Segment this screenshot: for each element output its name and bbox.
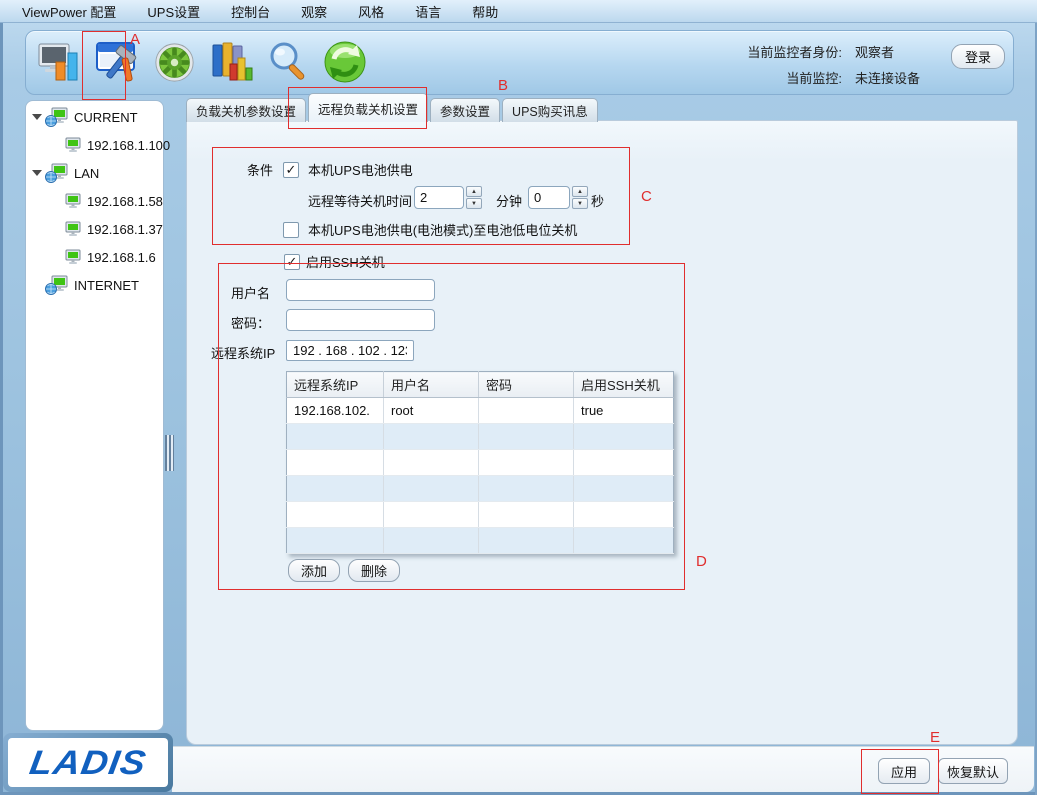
tree-group-label: CURRENT	[74, 110, 138, 125]
caret-down-icon[interactable]	[32, 114, 42, 120]
condition-label: 条件	[247, 160, 273, 179]
panel-splitter	[164, 100, 175, 731]
tab-1[interactable]: 远程负载关机设置	[308, 93, 428, 122]
seconds-input[interactable]	[528, 186, 570, 209]
monitoring-value: 未连接设备	[855, 68, 921, 87]
network-computer-icon	[45, 107, 69, 127]
control-gear-icon[interactable]	[150, 38, 198, 86]
monitoring-label: 当前监控:	[747, 68, 842, 87]
remote-ip-input[interactable]	[286, 340, 414, 361]
remote-ip-label: 远程系统IP	[211, 343, 275, 362]
seconds-unit-label: 秒	[591, 191, 604, 210]
table-empty-row[interactable]	[287, 502, 674, 528]
ssh-hosts-table: 远程系统IP用户名密码启用SSH关机 192.168.102.roottrue	[286, 371, 674, 554]
logo-text: LADIS	[27, 743, 149, 782]
monitor-info: 当前监控者身份: 观察者 当前监控: 未连接设备	[747, 42, 921, 87]
tree-device-192.168.1.100[interactable]: 192.168.1.100	[26, 131, 163, 159]
tree-device-192.168.1.37[interactable]: 192.168.1.37	[26, 215, 163, 243]
restore-defaults-button[interactable]: 恢复默认	[938, 758, 1008, 784]
minutes-input[interactable]	[414, 186, 464, 209]
tree-device-label: 192.168.1.100	[87, 138, 170, 153]
tab-3[interactable]: UPS购买讯息	[502, 98, 598, 122]
menu-item[interactable]: 观察	[301, 2, 327, 21]
seconds-up-icon[interactable]: ▲	[572, 186, 588, 197]
menu-item[interactable]: UPS设置	[147, 2, 200, 21]
low-battery-checkbox[interactable]	[283, 222, 299, 238]
table-header-cell[interactable]: 启用SSH关机	[574, 372, 674, 398]
tree-group-internet[interactable]: INTERNET	[26, 271, 163, 299]
table-empty-row[interactable]	[287, 528, 674, 554]
toolbar-icons	[36, 38, 369, 86]
table-header-row: 远程系统IP用户名密码启用SSH关机	[287, 372, 674, 398]
tree-device-label: 192.168.1.37	[87, 222, 163, 237]
viewpower-window: ViewPower 配置 UPS设置 控制台 观察 风格 语言 帮助	[0, 0, 1037, 795]
network-computer-icon	[45, 275, 69, 295]
refresh-icon[interactable]	[321, 38, 369, 86]
tree-device-192.168.1.6[interactable]: 192.168.1.6	[26, 243, 163, 271]
computer-icon	[64, 221, 82, 237]
tree-device-label: 192.168.1.6	[87, 250, 156, 265]
identity-label: 当前监控者身份:	[747, 42, 842, 61]
table-empty-row[interactable]	[287, 476, 674, 502]
table-header-cell[interactable]: 远程系统IP	[287, 372, 384, 398]
search-icon[interactable]	[264, 38, 312, 86]
add-button[interactable]: 添加	[288, 559, 340, 582]
tree-group-label: LAN	[74, 166, 99, 181]
brand-logo: LADIS	[3, 733, 173, 792]
username-input[interactable]	[286, 279, 435, 301]
minutes-down-icon[interactable]: ▼	[466, 198, 482, 209]
password-input[interactable]	[286, 309, 435, 331]
apply-button[interactable]: 应用	[878, 758, 930, 784]
login-button[interactable]: 登录	[951, 44, 1005, 69]
table-empty-row[interactable]	[287, 424, 674, 450]
seconds-stepper: ▲ ▼	[528, 186, 588, 209]
menu-item[interactable]: 控制台	[231, 2, 270, 21]
delete-button[interactable]: 删除	[348, 559, 400, 582]
report-books-icon[interactable]	[207, 38, 255, 86]
toolbar: 当前监控者身份: 观察者 当前监控: 未连接设备 登录	[25, 30, 1014, 95]
minutes-unit-label: 分钟	[496, 191, 522, 210]
menu-item[interactable]: 语言	[415, 2, 441, 21]
splitter-grip-handle[interactable]	[165, 435, 174, 471]
table-empty-row[interactable]	[287, 450, 674, 476]
battery-power-checkbox[interactable]: ✓	[283, 162, 299, 178]
tab-2[interactable]: 参数设置	[430, 98, 500, 122]
remote-shutdown-panel: 条件 ✓ 本机UPS电池供电 远程等待关机时间 ▲ ▼ 分钟 ▲ ▼ 秒 本机U…	[186, 120, 1018, 745]
monitor-view-icon[interactable]	[36, 38, 84, 86]
battery-power-label: 本机UPS电池供电	[308, 160, 413, 179]
table-body: 192.168.102.roottrue	[287, 398, 674, 554]
menu-bar: ViewPower 配置 UPS设置 控制台 观察 风格 语言 帮助	[0, 0, 1037, 23]
tab-bar: 负载关机参数设置远程负载关机设置参数设置UPS购买讯息	[186, 94, 600, 122]
tree-group-lan[interactable]: LAN	[26, 159, 163, 187]
ssh-enable-checkbox[interactable]: ✓	[284, 254, 300, 270]
ssh-enable-label: 启用SSH关机	[306, 252, 385, 271]
caret-down-icon[interactable]	[32, 170, 42, 176]
computer-icon	[64, 137, 82, 153]
network-computer-icon	[45, 163, 69, 183]
menu-item[interactable]: 风格	[358, 2, 384, 21]
tab-0[interactable]: 负载关机参数设置	[186, 98, 306, 122]
tree-device-192.168.1.58[interactable]: 192.168.1.58	[26, 187, 163, 215]
computer-icon	[64, 249, 82, 265]
menu-item[interactable]: 帮助	[472, 2, 498, 21]
table-header-cell[interactable]: 用户名	[384, 372, 479, 398]
tree-device-label: 192.168.1.58	[87, 194, 163, 209]
minutes-up-icon[interactable]: ▲	[466, 186, 482, 197]
username-label: 用户名	[231, 283, 270, 302]
menu-item[interactable]: ViewPower 配置	[22, 2, 116, 21]
password-label: 密码：	[231, 313, 270, 332]
tree-group-current[interactable]: CURRENT	[26, 103, 163, 131]
minutes-stepper: ▲ ▼	[414, 186, 482, 209]
identity-value: 观察者	[855, 42, 921, 61]
computer-icon	[64, 193, 82, 209]
seconds-down-icon[interactable]: ▼	[572, 198, 588, 209]
table-header-cell[interactable]: 密码	[479, 372, 574, 398]
low-battery-label: 本机UPS电池供电(电池模式)至电池低电位关机	[308, 220, 577, 239]
device-tree: CURRENT 192.168.1.100 LAN 192.168.1.58 192.1…	[25, 100, 164, 731]
tree-group-label: INTERNET	[74, 278, 139, 293]
wait-time-label: 远程等待关机时间	[308, 191, 412, 210]
table-row[interactable]: 192.168.102.roottrue	[287, 398, 674, 424]
settings-tools-icon[interactable]	[93, 38, 141, 86]
